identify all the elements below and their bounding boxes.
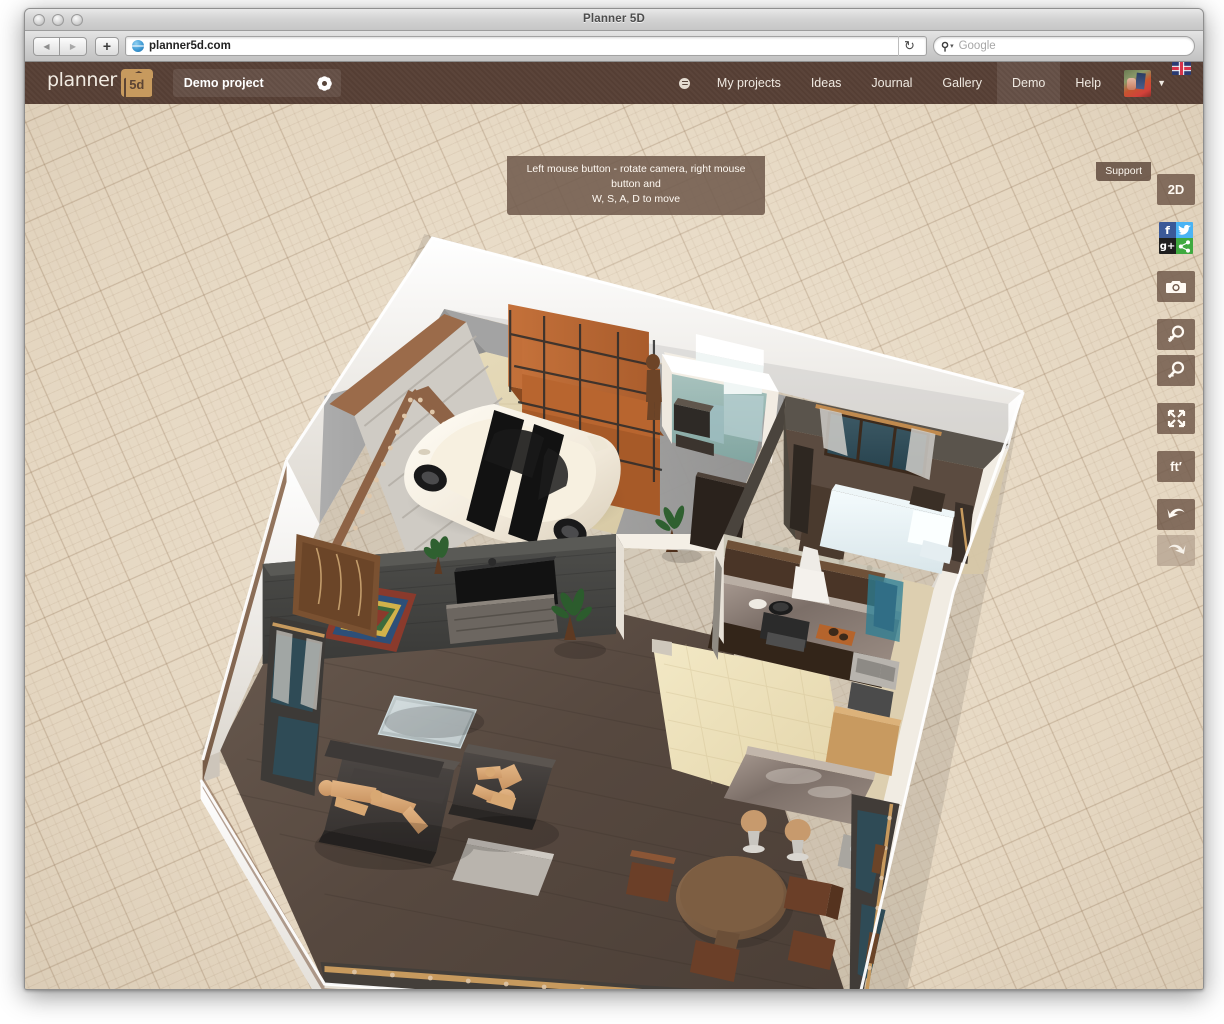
smiley-icon[interactable] (668, 62, 702, 104)
logo-wordmark: planner (47, 69, 117, 91)
3d-viewport[interactable]: 2D f g+ (25, 104, 1203, 990)
twitter-icon[interactable] (1176, 222, 1193, 238)
view-2d-button[interactable]: 2D (1157, 174, 1195, 205)
magnifier-plus-icon (1166, 325, 1186, 345)
app-header: planner 5d Demo project My projects Idea… (25, 62, 1203, 104)
twitter-bird (1178, 225, 1191, 236)
social-share-buttons: f g+ (1159, 222, 1193, 254)
nav-item-my-projects[interactable]: My projects (702, 62, 796, 104)
web-page: planner 5d Demo project My projects Idea… (25, 62, 1203, 990)
expand-arrows-icon (1167, 409, 1186, 428)
navigation-buttons: ◀ ▶ (33, 37, 87, 56)
house-render (25, 104, 1203, 990)
search-placeholder: Google (959, 40, 996, 52)
zoom-in-button[interactable] (1157, 319, 1195, 350)
share-nodes (1178, 240, 1191, 253)
new-tab-button[interactable]: + (95, 37, 119, 56)
viewport-toolbar: 2D f g+ (1157, 174, 1195, 566)
search-input[interactable]: ⚲ ▾ Google (933, 36, 1195, 56)
avatar[interactable] (1124, 70, 1151, 97)
planner5d-logo[interactable]: planner 5d (47, 69, 153, 97)
project-name-input[interactable]: Demo project (173, 69, 341, 97)
chevron-down-icon: ▼ (1157, 79, 1166, 88)
camera-hint-tooltip: Left mouse button - rotate camera, right… (507, 156, 765, 215)
screenshot-button[interactable] (1157, 271, 1195, 302)
redo-button[interactable] (1157, 535, 1195, 566)
facebook-icon[interactable]: f (1159, 222, 1176, 238)
zoom-out-button[interactable] (1157, 355, 1195, 386)
units-button[interactable]: ft′ (1157, 451, 1195, 482)
undo-arrow-icon (1166, 505, 1187, 524)
camera-hint-line-1: Left mouse button - rotate camera, right… (515, 162, 757, 192)
redo-arrow-icon (1166, 541, 1187, 560)
url-text: planner5d.com (149, 40, 231, 52)
nav-item-ideas[interactable]: Ideas (796, 62, 857, 104)
mannequin-garage (646, 354, 662, 420)
nav-item-help[interactable]: Help (1060, 62, 1116, 104)
uk-flag-icon[interactable] (1172, 62, 1191, 75)
support-button[interactable]: Support (1096, 162, 1151, 181)
browser-window: Planner 5D ◀ ▶ + planner5d.com ↻ ⚲ ▾ Goo… (24, 8, 1204, 990)
fullscreen-button[interactable] (1157, 403, 1195, 434)
camera-icon (1166, 279, 1186, 294)
globe-icon (132, 40, 144, 52)
google-plus-icon[interactable]: g+ (1159, 238, 1176, 254)
camera-hint-line-2: W, S, A, D to move (515, 192, 757, 207)
house-model[interactable] (25, 104, 1203, 990)
user-menu[interactable]: ▼ (1116, 62, 1172, 104)
nav-item-gallery[interactable]: Gallery (927, 62, 997, 104)
undo-button[interactable] (1157, 499, 1195, 530)
smiley-glyph (679, 78, 690, 89)
window-title: Planner 5D (25, 13, 1203, 25)
browser-title-bar: Planner 5D (25, 9, 1203, 31)
back-arrow-icon[interactable]: ◀ (33, 37, 60, 56)
logo-house-badge: 5d (121, 69, 153, 97)
search-icon: ⚲ (941, 40, 949, 53)
nav-item-demo[interactable]: Demo (997, 62, 1060, 104)
main-navigation: My projects Ideas Journal Gallery Demo H… (668, 62, 1203, 104)
nav-item-journal[interactable]: Journal (856, 62, 927, 104)
chevron-down-icon: ▾ (950, 42, 954, 50)
logo-badge-text: 5d (129, 77, 144, 92)
gear-icon[interactable] (317, 76, 332, 91)
browser-toolbar: ◀ ▶ + planner5d.com ↻ ⚲ ▾ Google (25, 31, 1203, 62)
share-icon[interactable] (1176, 238, 1193, 254)
magnifier-minus-icon (1166, 361, 1186, 381)
address-bar[interactable]: planner5d.com ↻ (125, 36, 927, 56)
forward-arrow-icon[interactable]: ▶ (60, 37, 87, 56)
project-name-value: Demo project (184, 76, 264, 90)
reload-icon[interactable]: ↻ (898, 36, 920, 56)
